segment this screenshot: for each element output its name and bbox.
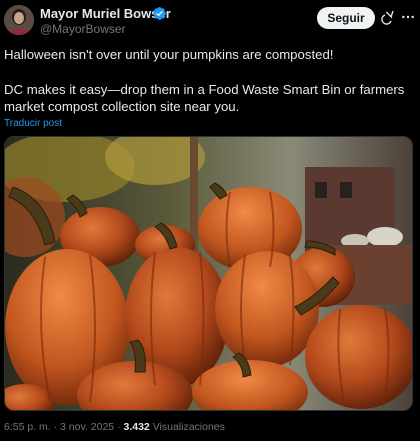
meta-separator: ·	[53, 421, 58, 433]
avatar[interactable]	[4, 5, 34, 35]
post-date[interactable]: 3 nov. 2025	[60, 421, 114, 433]
post-image[interactable]	[4, 136, 413, 411]
follow-button[interactable]: Seguir	[317, 7, 375, 29]
verified-badge-icon	[153, 7, 166, 20]
translate-post-link[interactable]: Traducir post	[4, 118, 62, 129]
post-text-line-1: Halloween isn't over until your pumpkins…	[4, 47, 334, 62]
post-text-line-2: DC makes it easy—drop them in a Food Was…	[4, 82, 405, 114]
post-meta: 6:55 p. m. · 3 nov. 2025 · 3.432 Visuali…	[4, 421, 225, 433]
post-text: Halloween isn't over until your pumpkins…	[4, 46, 414, 115]
pumpkins-photo	[5, 137, 412, 410]
meta-separator: ·	[117, 421, 121, 433]
post-time[interactable]: 6:55 p. m.	[4, 421, 51, 433]
more-options-icon[interactable]	[400, 9, 416, 25]
post-header: Mayor Muriel Bowser @MayorBowser Seguir	[0, 0, 420, 40]
view-count-label: Visualizaciones	[152, 421, 225, 433]
avatar-image	[4, 5, 34, 35]
grok-icon[interactable]	[381, 9, 397, 25]
view-count: 3.432	[123, 421, 150, 433]
author-handle[interactable]: @MayorBowser	[40, 22, 126, 36]
